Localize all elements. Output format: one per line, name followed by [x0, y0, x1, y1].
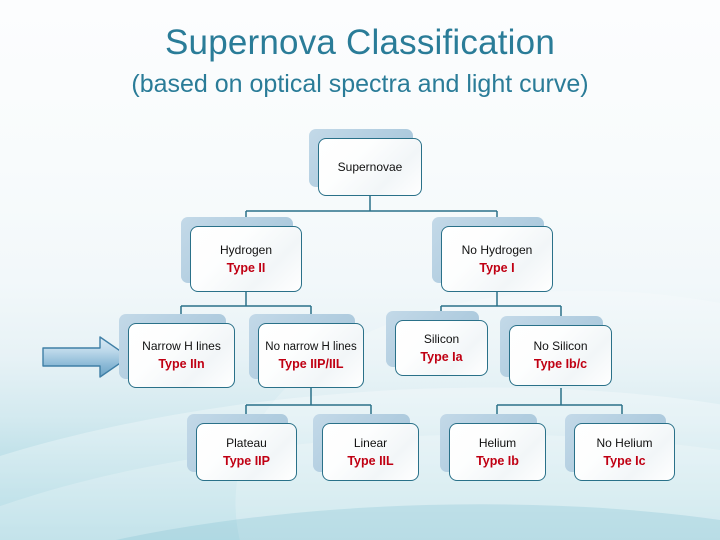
- node-type: Type Ib: [476, 453, 519, 468]
- node-type: Type II: [226, 260, 266, 275]
- node-type: Type IIP: [222, 453, 270, 468]
- node-plateau-type-iip[interactable]: Plateau Type IIP: [187, 414, 297, 481]
- node-no-narrow-h-lines-type-iip-iil[interactable]: No narrow H lines Type IIP/IIL: [249, 314, 364, 388]
- node-criterion: Plateau: [226, 435, 267, 450]
- node-box: Supernovae: [318, 138, 422, 196]
- node-box: Helium Type Ib: [449, 423, 546, 481]
- node-criterion: Hydrogen: [219, 242, 273, 257]
- node-type: Type IIL: [347, 453, 394, 468]
- node-criterion: No Helium: [596, 435, 653, 450]
- classification-tree: Supernovae Hydrogen Type II No Hydrogen …: [0, 0, 720, 540]
- node-silicon-type-ia[interactable]: Silicon Type Ia: [386, 311, 488, 376]
- node-criterion: Silicon: [423, 331, 460, 346]
- blue-right-arrow-icon: [42, 336, 130, 378]
- slide-canvas: Supernova Classification (based on optic…: [0, 0, 720, 540]
- node-supernovae[interactable]: Supernovae: [309, 129, 422, 196]
- node-type: Type I: [479, 260, 515, 275]
- node-type: Type Ib/c: [533, 357, 588, 371]
- node-type: Type Ic: [603, 453, 646, 468]
- node-linear-type-iil[interactable]: Linear Type IIL: [313, 414, 419, 481]
- node-criterion: No Silicon: [533, 339, 588, 353]
- node-criterion: Narrow H lines: [142, 339, 221, 353]
- node-box: No Silicon Type Ib/c: [509, 325, 612, 386]
- node-narrow-h-lines-type-iin[interactable]: Narrow H lines Type IIn: [119, 314, 235, 388]
- node-criterion: Helium: [478, 435, 517, 450]
- node-box: Plateau Type IIP: [196, 423, 297, 481]
- node-box: No Helium Type Ic: [574, 423, 675, 481]
- node-criterion: No Hydrogen: [461, 242, 533, 257]
- node-type: Type IIn: [158, 357, 205, 371]
- node-no-silicon-type-ib-c[interactable]: No Silicon Type Ib/c: [500, 316, 612, 386]
- node-criterion: Linear: [353, 435, 388, 450]
- node-criterion: No narrow H lines: [265, 340, 357, 353]
- node-box: Narrow H lines Type IIn: [128, 323, 235, 388]
- node-box: No narrow H lines Type IIP/IIL: [258, 323, 364, 388]
- node-no-helium-type-ic[interactable]: No Helium Type Ic: [565, 414, 675, 481]
- node-no-hydrogen-type-i[interactable]: No Hydrogen Type I: [432, 217, 553, 292]
- node-box: No Hydrogen Type I: [441, 226, 553, 292]
- node-hydrogen-type-ii[interactable]: Hydrogen Type II: [181, 217, 302, 292]
- node-type: Type IIP/IIL: [278, 356, 344, 371]
- node-criterion: Supernovae: [337, 159, 403, 174]
- node-box: Silicon Type Ia: [395, 320, 488, 376]
- node-box: Linear Type IIL: [322, 423, 419, 481]
- node-type: Type Ia: [420, 349, 463, 364]
- node-helium-type-ib[interactable]: Helium Type Ib: [440, 414, 546, 481]
- node-box: Hydrogen Type II: [190, 226, 302, 292]
